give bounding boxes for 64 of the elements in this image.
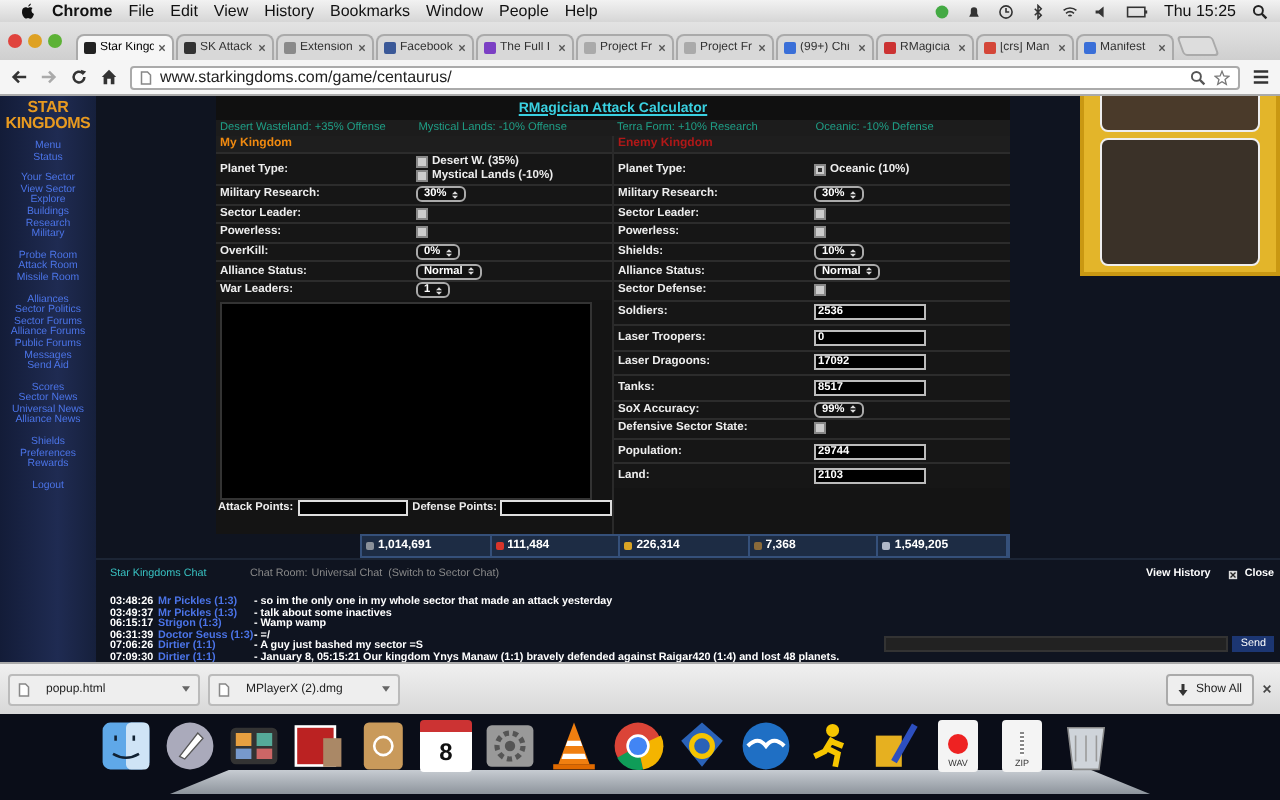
file-icon xyxy=(18,681,30,697)
reload-icon[interactable] xyxy=(70,68,88,86)
page-icon xyxy=(140,69,152,85)
stepper-arrows-icon xyxy=(446,247,453,258)
download-arrow-icon xyxy=(1177,683,1188,695)
menu-item[interactable]: File xyxy=(128,2,155,20)
menu-item[interactable]: People xyxy=(498,2,549,20)
stepper-arrows-icon xyxy=(452,189,459,200)
checkbox[interactable] xyxy=(814,163,826,175)
checkbox[interactable] xyxy=(814,207,826,220)
checkbox[interactable] xyxy=(814,226,826,239)
stepper-arrows-icon xyxy=(850,247,857,258)
smiling-face-icon[interactable] xyxy=(100,720,152,772)
close-icon[interactable] xyxy=(158,44,166,52)
caret-icon[interactable] xyxy=(382,686,390,692)
menu-item[interactable]: History xyxy=(264,2,315,20)
checkbox[interactable] xyxy=(814,284,826,297)
app-menu[interactable]: Chrome xyxy=(52,2,113,20)
caret-icon[interactable] xyxy=(182,686,190,692)
wifi-icon[interactable] xyxy=(1061,3,1078,19)
back-icon[interactable] xyxy=(10,68,28,86)
calendar-day: 8 xyxy=(439,738,453,766)
colored-ring-icon[interactable] xyxy=(612,720,664,772)
file-icon xyxy=(218,681,230,697)
status-icon[interactable] xyxy=(933,3,950,19)
logo-text[interactable]: KINGDOMS xyxy=(5,116,91,132)
menu-item[interactable]: View xyxy=(213,2,249,20)
home-icon[interactable] xyxy=(100,68,118,86)
zoom-icon[interactable] xyxy=(1190,69,1206,85)
input-field[interactable] xyxy=(297,500,409,517)
logo-text[interactable]: STAR xyxy=(27,100,69,116)
gear-icon[interactable] xyxy=(484,720,536,772)
close-window-icon[interactable] xyxy=(8,34,22,48)
star-icon[interactable] xyxy=(1214,69,1230,85)
bell-icon[interactable] xyxy=(965,3,982,19)
bluetooth-icon[interactable] xyxy=(1029,3,1046,19)
checkbox[interactable] xyxy=(416,170,428,182)
stepper-arrows-icon xyxy=(468,266,475,277)
menu-item[interactable]: Window xyxy=(426,2,483,20)
clock-text[interactable]: Thu 15:25 xyxy=(1163,2,1236,20)
seagulls-icon[interactable] xyxy=(740,720,792,772)
stepper-arrows-icon xyxy=(866,266,873,277)
input-field[interactable] xyxy=(500,500,612,517)
menu-icon[interactable] xyxy=(1252,68,1270,86)
checkbox[interactable] xyxy=(416,156,428,168)
stepper-arrows-icon xyxy=(436,285,443,296)
chat-input-field[interactable] xyxy=(884,635,1229,652)
stepper-arrows-icon xyxy=(850,404,857,415)
calendar-icon[interactable]: 8 xyxy=(420,720,472,772)
checkbox[interactable] xyxy=(814,422,826,435)
battery-icon[interactable] xyxy=(1125,3,1148,19)
search-icon[interactable] xyxy=(1252,3,1268,19)
stepper-arrows-icon xyxy=(850,189,857,200)
close-icon[interactable] xyxy=(1262,684,1272,694)
clock-icon[interactable] xyxy=(997,3,1014,19)
checkbox[interactable] xyxy=(416,226,428,239)
traffic-cone-icon[interactable] xyxy=(548,720,600,772)
close-icon[interactable] xyxy=(1228,569,1239,579)
apple-icon[interactable] xyxy=(20,2,36,20)
menu-item[interactable]: Edit xyxy=(170,2,198,20)
checkbox[interactable] xyxy=(416,207,428,220)
menu-item[interactable]: Bookmarks xyxy=(330,2,411,20)
address-bar[interactable]: www.starkingdoms.com/game/centaurus/ xyxy=(130,65,1240,89)
menu-item[interactable]: Help xyxy=(564,2,598,20)
